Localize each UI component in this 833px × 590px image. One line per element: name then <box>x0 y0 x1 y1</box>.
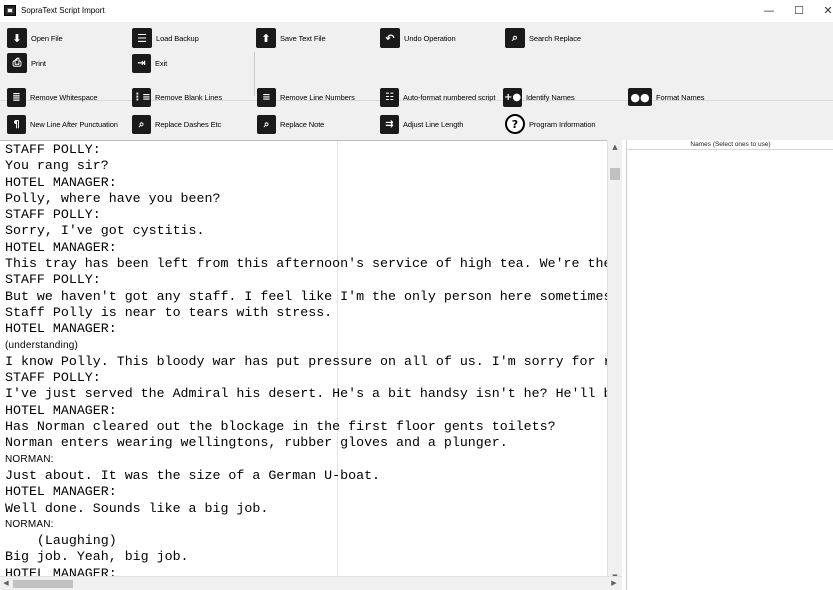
script-line: Big job. Yeah, big job. <box>5 549 189 565</box>
script-line: NORMAN: <box>5 453 54 465</box>
download-icon: ⬇ <box>7 28 27 48</box>
script-text: STAFF POLLY: You rang sir? HOTEL MANAGER: P… <box>5 142 610 582</box>
script-line: STAFF POLLY: <box>5 370 101 386</box>
save-text-file-button[interactable]: ⬆ Save Text File <box>256 27 326 49</box>
window-title: SopraText Script Import <box>21 6 105 15</box>
maximize-button[interactable]: ☐ <box>786 3 812 19</box>
script-line: STAFF POLLY: <box>5 207 101 223</box>
load-backup-button[interactable]: ☰ Load Backup <box>132 27 199 49</box>
list-icon: ☰ <box>132 28 152 48</box>
scroll-up-icon[interactable]: ▲ <box>608 140 622 154</box>
minimize-button[interactable]: — <box>756 3 782 19</box>
undo-operation-label: Undo Operation <box>404 33 456 43</box>
search-icon: ⌕ <box>505 28 525 48</box>
script-line: I know Polly. This bloody war has put pr… <box>5 353 610 369</box>
auto-format-numbered-script-button[interactable]: ☷ Auto-format numbered script <box>380 86 495 108</box>
replace-note-icon: ⌕ <box>257 114 276 134</box>
names-list[interactable]: Names (Select ones to use) <box>626 140 833 590</box>
new-line-after-punctuation-button[interactable]: ¶ New Line After Punctuation <box>7 113 118 135</box>
script-line: You rang sir? <box>5 158 109 174</box>
vertical-scrollbar[interactable]: ▲ ▼ <box>607 140 622 584</box>
script-line: (Laughing) <box>5 533 117 549</box>
title-bar: SopraText Script Import — ☐ ✕ <box>0 0 833 22</box>
load-backup-label: Load Backup <box>156 33 199 43</box>
program-information-label: Program Information <box>529 119 596 129</box>
script-line: Well done. Sounds like a big job. <box>5 500 269 516</box>
replace-note-label: Replace Note <box>280 119 325 129</box>
close-button[interactable]: ✕ <box>815 3 833 19</box>
script-line: NORMAN: <box>5 518 54 530</box>
upload-icon: ⬆ <box>256 28 276 48</box>
script-line: HOTEL MANAGER: <box>5 174 117 190</box>
remove-blank-lines-label: Remove Blank Lines <box>155 92 222 102</box>
exit-icon: ⇥ <box>132 53 151 73</box>
script-line: Norman enters wearing wellingtons, rubbe… <box>5 435 508 451</box>
identify-names-button[interactable]: +● Identify Names <box>503 86 575 108</box>
script-line: STAFF POLLY: <box>5 142 101 157</box>
script-line: (understanding) <box>5 339 79 351</box>
replace-icon: ⌕ <box>132 114 151 134</box>
replace-dashes-button[interactable]: ⌕ Replace Dashes Etc <box>132 113 221 135</box>
search-replace-button[interactable]: ⌕ Search Replace <box>505 27 581 49</box>
scroll-right-icon[interactable]: ▶ <box>608 577 620 590</box>
exit-label: Exit <box>155 58 168 68</box>
auto-format-numbered-script-label: Auto-format numbered script <box>403 92 496 102</box>
script-line: STAFF POLLY: <box>5 272 101 288</box>
adjust-line-length-button[interactable]: ⇉ Adjust Line Length <box>380 113 463 135</box>
script-line: HOTEL MANAGER: <box>5 484 117 500</box>
script-line: HOTEL MANAGER: <box>5 239 117 255</box>
script-line: HOTEL MANAGER: <box>5 321 117 337</box>
format-names-label: Format Names <box>656 92 705 102</box>
replace-note-button[interactable]: ⌕ Replace Note <box>257 113 324 135</box>
toolbar-separator <box>254 52 255 96</box>
remove-whitespace-button[interactable]: ≣ Remove Whitespace <box>7 86 98 108</box>
people-icon: ●● <box>628 88 652 106</box>
horizontal-scrollbar[interactable]: ◀ ▶ <box>0 576 622 590</box>
script-line: Polly, where have you been? <box>5 190 221 206</box>
program-information-button[interactable]: ? Program Information <box>505 113 596 135</box>
remove-line-numbers-label: Remove Line Numbers <box>280 92 355 102</box>
replace-dashes-label: Replace Dashes Etc <box>155 119 222 129</box>
remove-blank-lines-button[interactable]: ⋮≡ Remove Blank Lines <box>132 86 222 108</box>
print-label: Print <box>31 58 46 68</box>
script-line: Just about. It was the size of a German … <box>5 467 381 483</box>
numbered-list-icon: ⋮≡ <box>132 87 151 107</box>
printer-icon: ⎙ <box>7 53 27 73</box>
identify-names-label: Identify Names <box>526 92 575 102</box>
script-text-editor[interactable]: STAFF POLLY: You rang sir? HOTEL MANAGER: P… <box>0 140 610 584</box>
horizontal-scroll-thumb[interactable] <box>13 580 73 588</box>
open-file-button[interactable]: ⬇ Open File <box>7 27 63 49</box>
add-person-icon: +● <box>503 87 522 107</box>
open-file-label: Open File <box>31 33 63 43</box>
names-header: Names (Select ones to use) <box>627 140 833 150</box>
search-replace-label: Search Replace <box>529 33 581 43</box>
script-line: HOTEL MANAGER: <box>5 402 117 418</box>
script-line: This tray has been left from this aftern… <box>5 256 610 272</box>
script-line: Has Norman cleared out the blockage in t… <box>5 419 556 435</box>
print-button[interactable]: ⎙ Print <box>7 52 46 74</box>
vertical-scroll-thumb[interactable] <box>610 168 620 180</box>
adjust-line-length-label: Adjust Line Length <box>403 119 464 129</box>
remove-numbers-icon: ≡ <box>257 87 276 107</box>
undo-operation-button[interactable]: ↶ Undo Operation <box>380 27 456 49</box>
exit-button[interactable]: ⇥ Exit <box>132 52 167 74</box>
wrap-icon: ⇉ <box>380 114 399 134</box>
script-line: Staff Polly is near to tears with stress… <box>5 304 333 320</box>
script-line: Sorry, I've got cystitis. <box>5 223 205 239</box>
pilcrow-icon: ¶ <box>7 114 26 134</box>
align-icon: ≣ <box>7 87 26 107</box>
undo-icon: ↶ <box>380 28 400 48</box>
new-line-after-punctuation-label: New Line After Punctuation <box>30 119 118 129</box>
help-icon: ? <box>505 114 525 134</box>
save-text-file-label: Save Text File <box>280 33 326 43</box>
format-names-button[interactable]: ●● Format Names <box>628 86 705 108</box>
remove-whitespace-label: Remove Whitespace <box>30 92 98 102</box>
script-line: I've just served the Admiral his desert.… <box>5 386 610 402</box>
app-icon <box>4 5 16 16</box>
scroll-left-icon[interactable]: ◀ <box>0 577 12 590</box>
remove-line-numbers-button[interactable]: ≡ Remove Line Numbers <box>257 86 355 108</box>
script-line: But we haven't got any staff. I feel lik… <box>5 288 610 304</box>
format-list-icon: ☷ <box>380 87 399 107</box>
